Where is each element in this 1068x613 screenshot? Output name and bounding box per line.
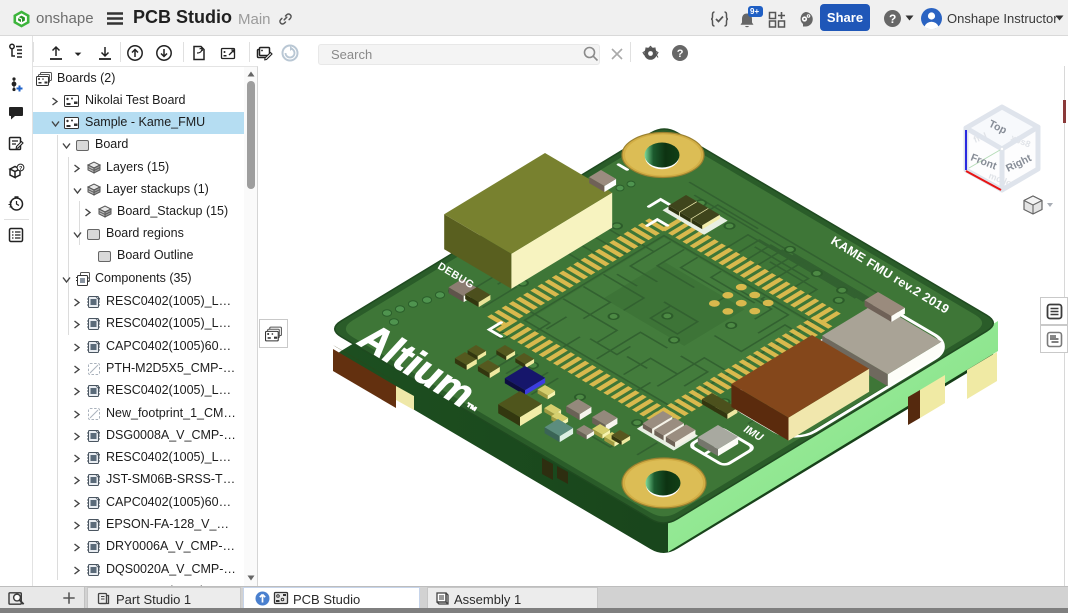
svg-text:?: ? xyxy=(889,12,896,26)
svg-text:?: ? xyxy=(677,48,684,60)
